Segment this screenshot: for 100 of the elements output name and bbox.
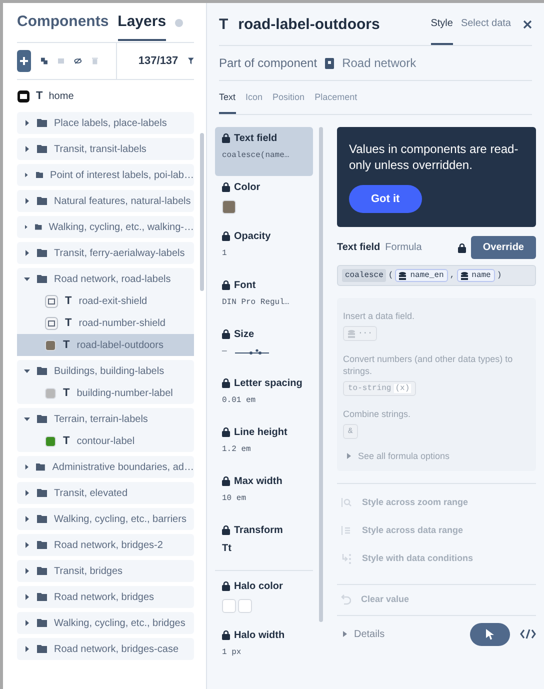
field-name: name_en [410,271,444,280]
database-icon [460,272,468,280]
layer-item[interactable]: T road-label-outdoors [17,334,194,356]
group-name[interactable]: Buildings, building-labels [54,366,164,376]
folder-icon [37,119,47,127]
group-name[interactable]: Walking, cycling, etc., barriers [54,514,186,524]
property-item[interactable]: Text field coalesce(name… [215,127,313,176]
caret-icon[interactable] [24,620,30,626]
property-name: Halo width [234,629,285,642]
group-name[interactable]: Natural features, natural-labels [54,196,191,206]
got-it-button[interactable]: Got it [349,185,422,213]
lock-icon [458,242,466,252]
field-tab[interactable]: Formula [385,242,422,253]
folder-icon [35,223,42,231]
group-name[interactable]: Walking, cycling, etc., bridges [54,618,186,628]
caret-icon[interactable] [24,646,30,652]
group-name[interactable]: Point of interest labels, poi-lab… [50,170,194,180]
group-name[interactable]: Transit, bridges [54,566,123,576]
property-item[interactable]: Color [215,176,313,225]
override-button[interactable]: Override [470,236,536,259]
layer-name[interactable]: home [48,90,74,102]
caret-icon[interactable] [24,490,30,496]
group-name[interactable]: Road network, bridges-case [54,644,179,654]
component-name[interactable]: Road network [342,56,416,70]
caret-icon[interactable] [24,568,30,574]
field-tab[interactable]: Text field [337,242,380,253]
property-value: 10 em [222,494,248,503]
plus-icon [19,56,30,66]
code-icon[interactable] [520,629,536,639]
property-name: Font [234,279,256,292]
property-name: Max width [234,475,282,488]
lock-icon [222,378,230,388]
layer-item[interactable]: T contour-label [17,430,194,452]
group-name[interactable]: Transit, transit-labels [54,144,146,154]
caret-icon[interactable] [24,594,30,600]
caret-icon[interactable] [24,146,30,152]
hint-text: Convert numbers (and other data types) to strings. [343,353,514,377]
property-item[interactable]: Opacity 1 [215,225,313,274]
folder-icon [37,249,47,257]
caret-icon[interactable] [24,464,30,470]
group-name[interactable]: Transit, ferry-aerialway-labels [54,248,185,258]
panel-tab[interactable]: Layers [118,5,166,41]
view-tab[interactable]: Style [430,4,453,44]
close-icon[interactable] [523,20,532,28]
panel-tab[interactable]: Components [17,5,109,41]
property-item[interactable]: Font DIN Pro Regul… [215,274,313,323]
image-swatch-icon [45,316,58,330]
section-tab[interactable]: Position [272,82,305,114]
group-name[interactable]: Road network, bridges [54,592,154,602]
filter-icon[interactable] [188,56,194,66]
chip-label: ··· [358,329,372,338]
select-mode-button[interactable] [470,622,510,646]
property-item[interactable]: Transform Tt [215,519,313,568]
property-item[interactable]: Size — [215,323,313,372]
folder-icon [37,515,47,523]
group-name[interactable]: Road network, bridges-2 [54,540,163,550]
caret-icon[interactable] [24,516,30,522]
caret-icon[interactable] [24,198,30,204]
group-name[interactable]: Terrain, terrain-labels [54,414,148,424]
folder-icon [36,171,44,179]
layer-item[interactable]: T building-number-label [17,382,194,404]
caret-icon[interactable] [24,250,30,256]
layer-item[interactable]: T road-exit-shield [17,290,194,312]
caret-icon[interactable] [24,416,30,422]
property-item[interactable]: Letter spacing 0.01 em [215,372,313,421]
layer-item[interactable]: T road-number-shield [17,312,194,334]
group-name[interactable]: Road network, road-labels [54,274,171,284]
add-layer-button[interactable] [17,50,32,72]
section-tab[interactable]: Text [219,82,236,114]
formula-field[interactable]: coalesce ( name_en , name ) [337,265,536,286]
section-tab[interactable]: Placement [314,82,358,114]
property-value: — [222,347,227,356]
caret-icon[interactable] [24,120,30,126]
details-toggle[interactable]: Details [354,628,385,640]
lock-icon [222,231,230,241]
property-value: coalesce(name… [222,151,290,160]
property-item[interactable]: Halo width 1 px [215,624,313,673]
caret-icon[interactable] [24,276,30,282]
property-name: Opacity [234,230,271,243]
property-item[interactable]: Max width 10 em [215,470,313,519]
property-item[interactable]: Halo color [215,575,313,624]
lock-icon [222,329,230,339]
group-name[interactable]: Administrative boundaries, ad… [52,462,194,472]
caret-icon[interactable] [24,368,30,374]
property-value: DIN Pro Regul… [222,298,290,307]
section-tab[interactable]: Icon [246,82,263,114]
function-chip[interactable]: to-string (x) [343,381,416,396]
group-name[interactable]: Place labels, place-labels [54,118,167,128]
group-name[interactable]: Walking, cycling, etc., walking-… [48,222,194,232]
caret-icon[interactable] [343,631,348,637]
caret-icon[interactable] [24,172,29,178]
layer-name: road-number-shield [78,318,166,328]
duplicate-icon[interactable] [41,56,48,66]
layer-count: 137/137 [138,55,178,67]
hide-icon[interactable] [74,56,82,66]
group-name[interactable]: Transit, elevated [54,488,128,498]
property-item[interactable]: Line height 1.2 em [215,421,313,470]
caret-icon[interactable] [24,224,28,230]
caret-icon[interactable] [24,542,30,548]
view-tab[interactable]: Select data [460,4,511,44]
